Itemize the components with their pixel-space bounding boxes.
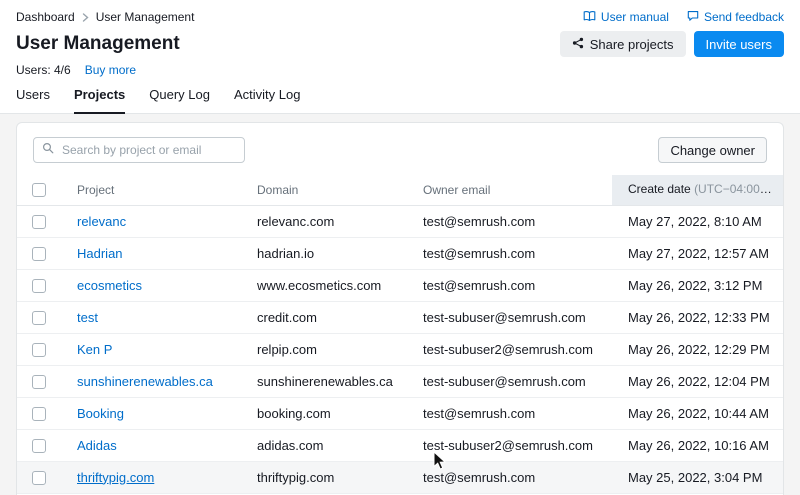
search-input[interactable] bbox=[60, 142, 236, 158]
share-projects-button[interactable]: Share projects bbox=[560, 31, 686, 57]
tab-users[interactable]: Users bbox=[16, 87, 50, 114]
project-link[interactable]: test bbox=[77, 310, 98, 325]
create-date-cell: May 26, 2022, 10:44 AM bbox=[612, 397, 783, 429]
create-date-cell: May 26, 2022, 10:16 AM bbox=[612, 429, 783, 461]
breadcrumb-dashboard-link[interactable]: Dashboard bbox=[16, 10, 75, 24]
sort-descending-icon bbox=[772, 183, 783, 197]
domain-cell: booking.com bbox=[241, 397, 407, 429]
owner-email-cell: test-subuser2@semrush.com bbox=[407, 333, 612, 365]
owner-email-cell: test@semrush.com bbox=[407, 237, 612, 269]
owner-email-cell: test@semrush.com bbox=[407, 461, 612, 493]
chevron-right-icon bbox=[82, 13, 89, 22]
owner-email-cell: test-subuser2@semrush.com bbox=[407, 429, 612, 461]
domain-cell: credit.com bbox=[241, 301, 407, 333]
create-date-cell: May 26, 2022, 3:12 PM bbox=[612, 269, 783, 301]
projects-table: Project Domain Owner email Create date (… bbox=[17, 175, 783, 495]
domain-cell: hadrian.io bbox=[241, 237, 407, 269]
table-row: ecosmetics www.ecosmetics.com test@semru… bbox=[17, 269, 783, 301]
project-link[interactable]: relevanc bbox=[77, 214, 126, 229]
column-header-project: Project bbox=[61, 175, 241, 205]
project-link[interactable]: Booking bbox=[77, 406, 124, 421]
row-checkbox[interactable] bbox=[32, 407, 46, 421]
project-link[interactable]: Ken P bbox=[77, 342, 112, 357]
row-checkbox[interactable] bbox=[32, 215, 46, 229]
change-owner-button[interactable]: Change owner bbox=[658, 137, 767, 163]
table-row: sunshinerenewables.ca sunshinerenewables… bbox=[17, 365, 783, 397]
table-row: Adidas adidas.com test-subuser2@semrush.… bbox=[17, 429, 783, 461]
row-checkbox[interactable] bbox=[32, 279, 46, 293]
create-date-cell: May 27, 2022, 12:57 AM bbox=[612, 237, 783, 269]
owner-email-cell: test-subuser@semrush.com bbox=[407, 365, 612, 397]
tab-bar: Users Projects Query Log Activity Log bbox=[0, 87, 800, 114]
domain-cell: sunshinerenewables.ca bbox=[241, 365, 407, 397]
owner-email-cell: test-subuser@semrush.com bbox=[407, 301, 612, 333]
create-date-cell: May 26, 2022, 12:29 PM bbox=[612, 333, 783, 365]
domain-cell: thriftypig.com bbox=[241, 461, 407, 493]
projects-card: Change owner Project Domain Owner email … bbox=[16, 122, 784, 495]
search-box bbox=[33, 137, 245, 163]
table-row: Booking booking.com test@semrush.com May… bbox=[17, 397, 783, 429]
project-link[interactable]: ecosmetics bbox=[77, 278, 142, 293]
project-link[interactable]: thriftypig.com bbox=[77, 470, 154, 485]
select-all-checkbox[interactable] bbox=[32, 183, 46, 197]
create-date-cell: May 26, 2022, 12:04 PM bbox=[612, 365, 783, 397]
table-body: relevanc relevanc.com test@semrush.com M… bbox=[17, 205, 783, 495]
create-date-cell: May 27, 2022, 8:10 AM bbox=[612, 205, 783, 237]
invite-users-button[interactable]: Invite users bbox=[694, 31, 784, 57]
breadcrumb: Dashboard User Management bbox=[16, 10, 194, 24]
row-checkbox[interactable] bbox=[32, 471, 46, 485]
tab-activity-log[interactable]: Activity Log bbox=[234, 87, 300, 114]
owner-email-cell: test@semrush.com bbox=[407, 205, 612, 237]
table-header-row: Project Domain Owner email Create date (… bbox=[17, 175, 783, 205]
book-icon bbox=[583, 10, 596, 25]
table-row: relevanc relevanc.com test@semrush.com M… bbox=[17, 205, 783, 237]
row-checkbox[interactable] bbox=[32, 439, 46, 453]
breadcrumb-current: User Management bbox=[96, 10, 195, 24]
create-date-cell: May 25, 2022, 3:04 PM bbox=[612, 461, 783, 493]
tab-query-log[interactable]: Query Log bbox=[149, 87, 210, 114]
row-checkbox[interactable] bbox=[32, 247, 46, 261]
create-date-cell: May 26, 2022, 12:33 PM bbox=[612, 301, 783, 333]
feedback-bubble-icon bbox=[687, 10, 699, 25]
domain-cell: www.ecosmetics.com bbox=[241, 269, 407, 301]
table-row: thriftypig.com thriftypig.com test@semru… bbox=[17, 461, 783, 493]
domain-cell: relevanc.com bbox=[241, 205, 407, 237]
search-icon bbox=[42, 141, 54, 159]
share-icon bbox=[572, 37, 584, 52]
buy-more-link[interactable]: Buy more bbox=[85, 63, 136, 77]
domain-cell: adidas.com bbox=[241, 429, 407, 461]
page-header: Dashboard User Management User manual Se… bbox=[0, 0, 800, 114]
project-link[interactable]: Hadrian bbox=[77, 246, 123, 261]
project-link[interactable]: Adidas bbox=[77, 438, 117, 453]
table-row: test credit.com test-subuser@semrush.com… bbox=[17, 301, 783, 333]
row-checkbox[interactable] bbox=[32, 311, 46, 325]
content-area: Change owner Project Domain Owner email … bbox=[0, 114, 800, 495]
row-checkbox[interactable] bbox=[32, 343, 46, 357]
send-feedback-link[interactable]: Send feedback bbox=[687, 10, 784, 25]
column-header-domain: Domain bbox=[241, 175, 407, 205]
table-row: Hadrian hadrian.io test@semrush.com May … bbox=[17, 237, 783, 269]
domain-cell: relpip.com bbox=[241, 333, 407, 365]
tab-projects[interactable]: Projects bbox=[74, 87, 125, 114]
column-header-owner-email: Owner email bbox=[407, 175, 612, 205]
users-count: Users: 4/6 bbox=[16, 63, 71, 77]
page-title: User Management bbox=[16, 33, 180, 55]
owner-email-cell: test@semrush.com bbox=[407, 397, 612, 429]
user-manual-link[interactable]: User manual bbox=[583, 10, 669, 25]
column-header-create-date[interactable]: Create date (UTC−04:00) bbox=[612, 175, 783, 205]
owner-email-cell: test@semrush.com bbox=[407, 269, 612, 301]
table-row: Ken P relpip.com test-subuser2@semrush.c… bbox=[17, 333, 783, 365]
project-link[interactable]: sunshinerenewables.ca bbox=[77, 374, 213, 389]
row-checkbox[interactable] bbox=[32, 375, 46, 389]
